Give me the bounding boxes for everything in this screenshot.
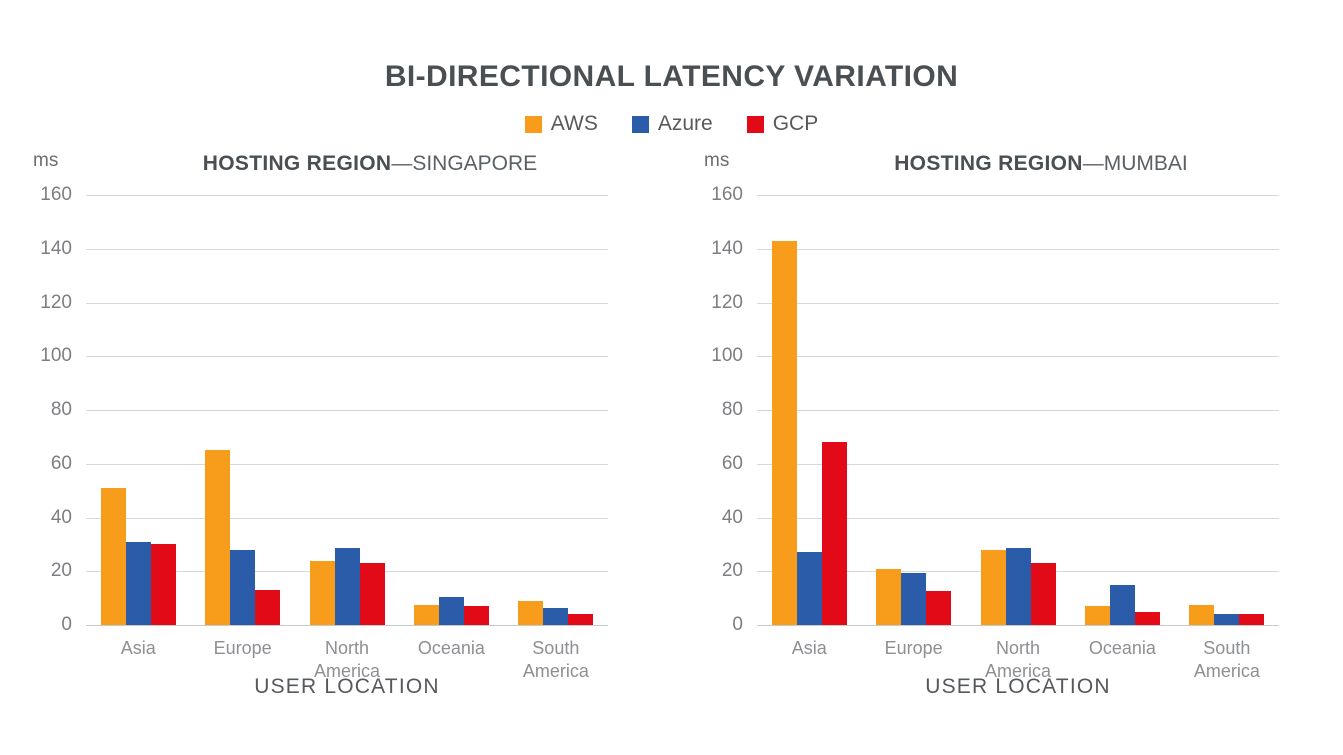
page-title: BI-DIRECTIONAL LATENCY VARIATION <box>384 60 959 93</box>
bar-group: North America <box>966 195 1070 681</box>
y-axis-tick-label: 140 <box>40 237 72 259</box>
bar-gcp[interactable] <box>255 590 281 625</box>
bar-gcp[interactable] <box>821 442 847 625</box>
panel-heading: HOSTING REGION—MUMBAI <box>781 152 1301 176</box>
bar-aws[interactable] <box>518 600 544 625</box>
y-axis-tick-label: 120 <box>40 291 72 313</box>
bar-aws[interactable] <box>980 549 1006 625</box>
x-axis-baseline: 0 <box>61 614 608 635</box>
bar-gcp[interactable] <box>1134 611 1160 625</box>
bar-aws[interactable] <box>100 487 126 625</box>
bar-gcp[interactable] <box>1239 614 1265 625</box>
bar-gcp[interactable] <box>463 606 489 625</box>
bar-groups: Asia Europe North America Oceania South Americ… <box>86 195 608 681</box>
bar-azure[interactable] <box>1005 548 1031 625</box>
bar-aws[interactable] <box>771 240 797 625</box>
x-axis-baseline: 0 <box>732 614 1279 635</box>
bar-aws[interactable] <box>876 568 902 625</box>
plot-area: 160 140 120 100 80 60 40 20 0 Asia Europe North Amer… <box>711 184 1279 681</box>
plot-area: 160 140 120 100 80 60 40 20 0 Asia Europe North Amer… <box>40 184 608 681</box>
chart-panels: ms HOSTING REGION—SINGAPORE 160 140 120 100 80… <box>0 150 1343 720</box>
chart-panel-1: ms HOSTING REGION—SINGAPORE 160 140 120 100 80… <box>0 150 671 720</box>
y-axis-tick-label: 80 <box>721 399 743 420</box>
y-axis-unit-label: ms <box>33 150 59 171</box>
bar-group: Asia <box>86 195 190 658</box>
legend-swatch-icon <box>746 115 764 133</box>
y-axis-tick-label: 20 <box>721 560 743 582</box>
legend-item-label: Azure <box>657 112 713 135</box>
bar-group: South America <box>1175 195 1279 681</box>
bar-gcp[interactable] <box>359 563 385 625</box>
y-axis-tick-label: 0 <box>732 614 743 635</box>
y-axis-tick-label: 60 <box>50 452 72 474</box>
bar-group: North America <box>295 195 399 681</box>
y-axis-tick-label: 20 <box>50 560 72 582</box>
y-axis-tick-label: 40 <box>721 506 743 528</box>
bar-aws[interactable] <box>1189 604 1215 625</box>
bar-group: Europe <box>861 195 965 658</box>
bar-aws[interactable] <box>205 450 231 625</box>
bar-azure[interactable] <box>796 552 822 625</box>
y-axis-tick-label: 0 <box>61 614 72 635</box>
bar-group: Asia <box>757 195 861 658</box>
legend-item-label: AWS <box>550 112 598 135</box>
bar-groups: Asia Europe North America Oceania South Americ… <box>757 195 1279 681</box>
bar-azure[interactable] <box>901 572 927 625</box>
panel-heading: HOSTING REGION—SINGAPORE <box>110 152 630 176</box>
panel-heading-region: —MUMBAI <box>1082 152 1188 175</box>
y-axis-tick-label: 100 <box>40 345 72 367</box>
bar-aws[interactable] <box>309 560 335 625</box>
chart-page: BI-DIRECTIONAL LATENCY VARIATION AWS Azur… <box>0 0 1343 755</box>
bar-aws[interactable] <box>413 604 439 625</box>
bar-azure[interactable] <box>1214 614 1240 625</box>
x-axis-title: USER LOCATION <box>925 675 1111 698</box>
bar-group: South America <box>504 195 608 681</box>
bar-azure[interactable] <box>125 541 151 625</box>
panel-heading-bold: HOSTING REGION <box>894 152 1083 175</box>
y-axis-tick-label: 80 <box>50 399 72 420</box>
bar-azure[interactable] <box>334 548 360 625</box>
bar-gcp[interactable] <box>150 544 176 625</box>
y-axis-unit-label: ms <box>704 150 730 171</box>
bar-azure[interactable] <box>438 596 464 625</box>
chart-legend: AWS Azure GCP <box>0 112 1343 136</box>
bar-gcp[interactable] <box>568 614 594 625</box>
bar-group: Oceania <box>399 195 503 658</box>
panel-heading-region: —SINGAPORE <box>391 152 538 175</box>
bar-group: Europe <box>190 195 294 658</box>
bar-gcp[interactable] <box>1030 563 1056 625</box>
y-axis-tick-label: 120 <box>711 291 743 313</box>
bar-group: Oceania <box>1070 195 1174 658</box>
legend-item-label: GCP <box>772 112 819 135</box>
y-axis-tick-label: 40 <box>50 506 72 528</box>
y-axis-tick-label: 100 <box>711 345 743 367</box>
y-axis-tick-label: 60 <box>721 452 743 474</box>
legend-item-gcp[interactable]: GCP <box>746 112 819 136</box>
bar-aws[interactable] <box>1084 606 1110 625</box>
bar-azure[interactable] <box>1109 584 1135 625</box>
legend-swatch-icon <box>631 115 649 133</box>
chart-panel-2: ms HOSTING REGION—MUMBAI 160 140 120 100 80 60 4… <box>671 150 1342 720</box>
legend-swatch-icon <box>524 115 542 133</box>
y-axis-tick-label: 160 <box>40 184 72 205</box>
panel-heading-bold: HOSTING REGION <box>202 152 392 175</box>
bar-gcp[interactable] <box>926 591 952 625</box>
bar-azure[interactable] <box>543 607 569 625</box>
y-axis-tick-label: 160 <box>711 184 743 205</box>
x-axis-title: USER LOCATION <box>254 675 440 698</box>
bar-azure[interactable] <box>230 549 256 625</box>
legend-item-aws[interactable]: AWS <box>524 112 598 136</box>
legend-item-azure[interactable]: Azure <box>631 112 713 136</box>
y-axis-tick-label: 140 <box>711 237 743 259</box>
